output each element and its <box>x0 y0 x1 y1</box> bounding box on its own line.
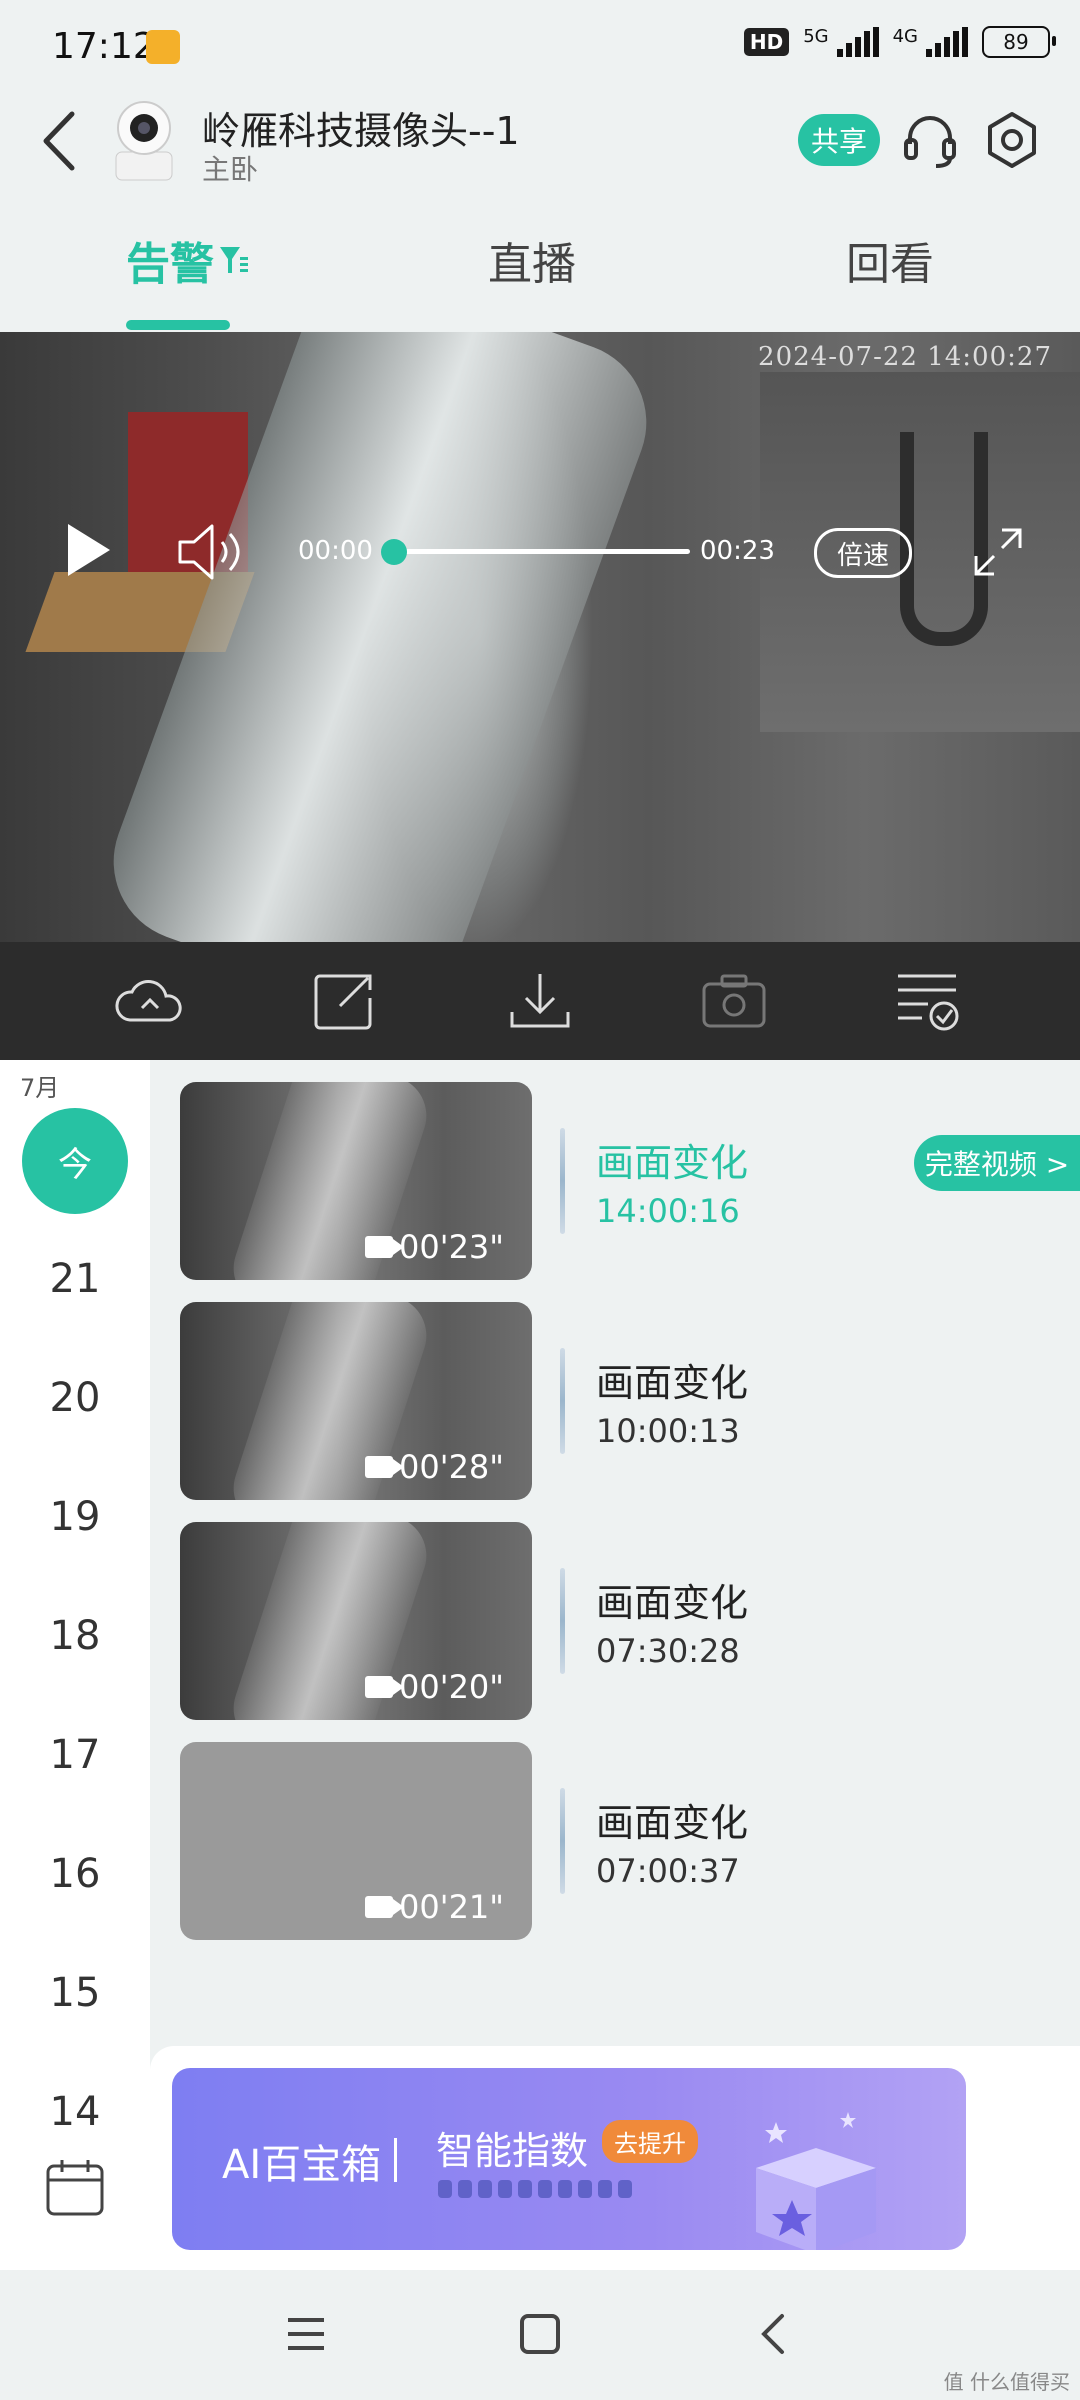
event-item[interactable]: 00'20" 画面变化 07:30:28 <box>180 1522 1080 1720</box>
status-bar: 17:12 HD 5G 4G 89 <box>0 0 1080 90</box>
event-duration: 00'28" <box>365 1448 504 1486</box>
event-separator <box>560 1348 565 1454</box>
camera-device-icon <box>115 101 173 181</box>
ai-gift-box-icon <box>756 2112 876 2250</box>
event-title: 画面变化 <box>596 1801 749 1845</box>
event-title: 画面变化 <box>596 1581 749 1625</box>
video-camera-icon <box>365 1896 405 1918</box>
device-room: 主卧 <box>202 153 259 186</box>
menu-icon[interactable] <box>282 2310 330 2358</box>
month-label: 7月 <box>20 1074 60 1102</box>
progress-knob[interactable] <box>381 539 407 565</box>
list-check-icon[interactable] <box>892 968 964 1034</box>
signal-icon <box>836 27 879 57</box>
tab-live[interactable]: 直播 <box>488 228 576 292</box>
nav-back-icon[interactable] <box>750 2310 798 2358</box>
download-icon[interactable] <box>504 968 576 1034</box>
network-5g-label: 5G <box>803 26 829 47</box>
event-list: 00'23" 画面变化 14:00:16 00'28" 画面变化 10:00:1… <box>150 1060 1080 2046</box>
event-separator <box>560 1788 565 1894</box>
headset-icon[interactable] <box>900 110 960 170</box>
event-title: 画面变化 <box>596 1141 749 1185</box>
share-button[interactable]: 共享 <box>798 114 880 166</box>
status-time: 17:12 <box>52 26 156 67</box>
notification-icon <box>146 30 180 64</box>
calendar-icon[interactable] <box>44 2156 106 2218</box>
status-icons: HD 5G 4G 89 <box>743 26 1056 58</box>
speed-button[interactable]: 倍速 <box>814 528 912 578</box>
banner-title: AI百宝箱 <box>222 2142 382 2188</box>
video-camera-icon <box>365 1456 405 1478</box>
signal-icon-2 <box>926 27 968 57</box>
date-item[interactable]: 21 <box>0 1256 150 1302</box>
event-time: 14:00:16 <box>596 1192 740 1230</box>
date-today[interactable]: 今 <box>22 1108 128 1214</box>
back-arrow-icon[interactable] <box>36 106 86 176</box>
device-name: 岭雁科技摄像头--1 <box>202 109 520 153</box>
date-item[interactable]: 19 <box>0 1494 150 1540</box>
ai-toolbox-banner[interactable]: AI百宝箱 智能指数 去提升 <box>172 2068 966 2250</box>
date-item[interactable]: 20 <box>0 1375 150 1421</box>
network-4g-label: 4G <box>892 26 918 47</box>
event-time: 10:00:13 <box>596 1412 740 1450</box>
video-camera-icon <box>365 1676 405 1698</box>
video-timestamp: 2024-07-22 14:00:27 <box>758 342 1052 372</box>
event-item[interactable]: 00'21" 画面变化 07:00:37 <box>180 1742 1080 1940</box>
video-toolbar <box>0 942 1080 1060</box>
tab-replay[interactable]: 回看 <box>846 228 934 292</box>
event-time: 07:30:28 <box>596 1632 740 1670</box>
system-nav-bar <box>0 2270 1080 2400</box>
play-icon[interactable] <box>64 520 114 580</box>
event-duration: 00'20" <box>365 1668 504 1706</box>
event-item[interactable]: 00'28" 画面变化 10:00:13 <box>180 1302 1080 1500</box>
banner-subtitle: 智能指数 <box>436 2129 589 2173</box>
event-duration: 00'23" <box>365 1228 504 1266</box>
camera-icon[interactable] <box>698 968 770 1034</box>
home-icon[interactable] <box>516 2310 564 2358</box>
event-duration: 00'21" <box>365 1888 504 1926</box>
video-player[interactable]: 2024-07-22 14:00:27 <box>0 332 1080 942</box>
filter-icon[interactable] <box>218 243 248 277</box>
banner-divider <box>394 2138 397 2182</box>
date-item[interactable]: 14 <box>0 2089 150 2129</box>
tab-active-indicator <box>126 320 230 330</box>
banner-dots <box>438 2180 632 2198</box>
video-camera-icon <box>365 1236 405 1258</box>
event-time: 07:00:37 <box>596 1852 740 1890</box>
date-column: 7月 今 21 20 19 18 17 16 15 14 <box>0 1060 150 2270</box>
cloud-icon[interactable] <box>114 968 186 1034</box>
tab-alert-label: 告警 <box>126 239 214 290</box>
event-separator <box>560 1568 565 1674</box>
video-duration: 00:23 <box>700 536 775 566</box>
date-item[interactable]: 16 <box>0 1851 150 1897</box>
banner-badge[interactable]: 去提升 <box>602 2120 698 2163</box>
settings-gear-icon[interactable] <box>980 108 1044 172</box>
event-thumbnail[interactable]: 00'28" <box>180 1302 532 1500</box>
event-title: 画面变化 <box>596 1361 749 1405</box>
share-icon[interactable] <box>310 968 382 1034</box>
fullscreen-icon[interactable] <box>972 526 1024 578</box>
date-item[interactable]: 17 <box>0 1732 150 1778</box>
volume-icon[interactable] <box>176 520 250 584</box>
event-separator <box>560 1128 565 1234</box>
progress-track[interactable] <box>394 549 690 554</box>
watermark: 值 什么值得买 <box>943 2370 1070 2394</box>
event-thumbnail[interactable]: 00'20" <box>180 1522 532 1720</box>
battery-icon: 89 <box>982 26 1056 58</box>
date-item[interactable]: 15 <box>0 1970 150 2016</box>
event-thumbnail[interactable]: 00'23" <box>180 1082 532 1280</box>
date-item[interactable]: 18 <box>0 1613 150 1659</box>
video-current-time: 00:00 <box>298 536 373 566</box>
tab-alert[interactable]: 告警 <box>126 228 248 292</box>
full-video-button[interactable]: 完整视频 > <box>914 1135 1080 1191</box>
event-thumbnail[interactable]: 00'21" <box>180 1742 532 1940</box>
hd-voice-icon: HD <box>743 28 790 56</box>
